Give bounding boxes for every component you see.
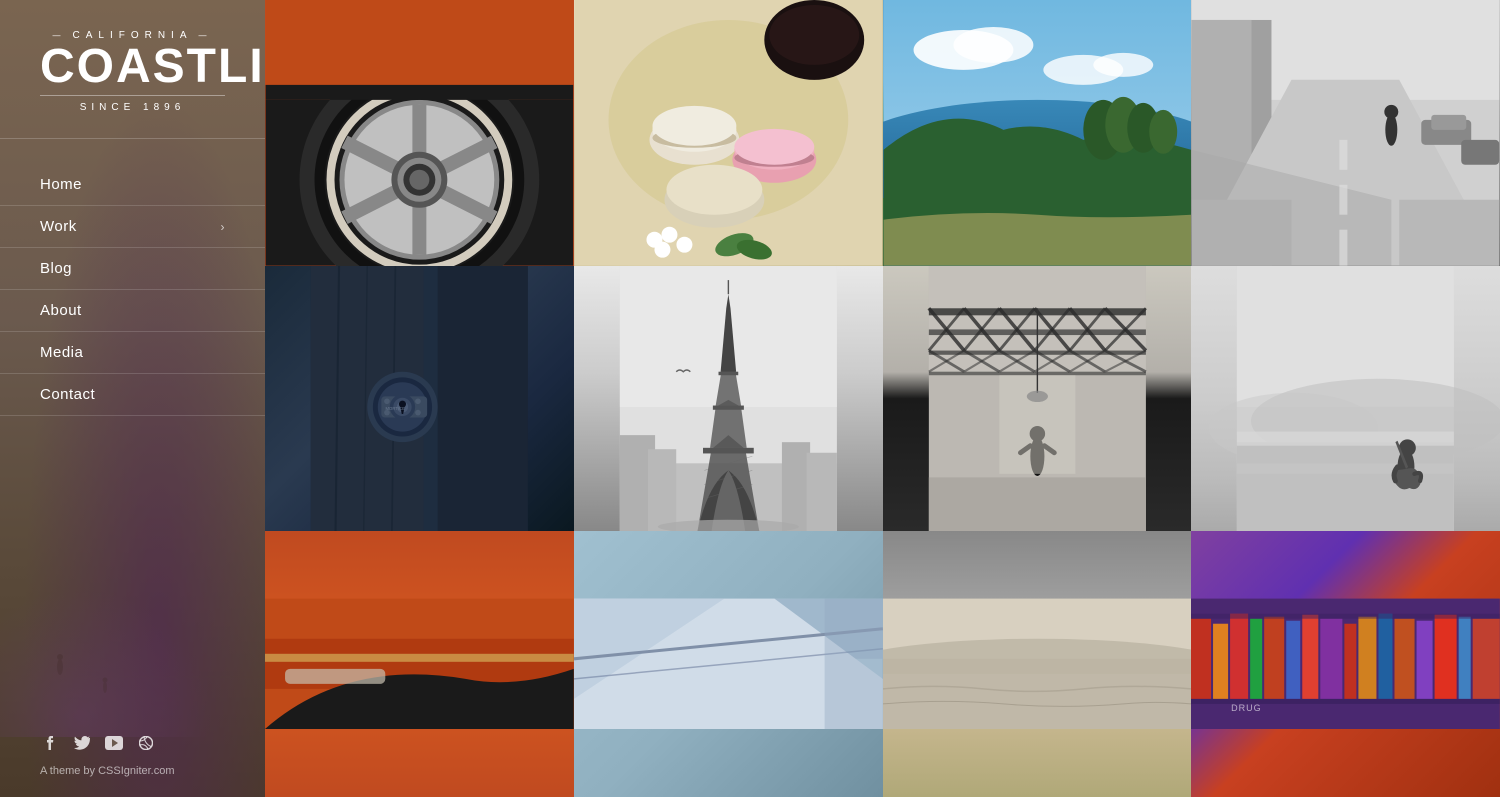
logo-area: CALIFORNIA COASTLINE SINCE 1896 xyxy=(0,0,265,139)
grid-item-orange-partial[interactable] xyxy=(265,531,574,797)
grid-item-industrial-silhouette[interactable] xyxy=(883,266,1192,532)
grid-item-misty-landscape[interactable] xyxy=(1191,266,1500,532)
logo-since: SINCE 1896 xyxy=(40,95,225,113)
sidebar: CALIFORNIA COASTLINE SINCE 1896 Home Wor… xyxy=(0,0,265,797)
nav-item-work[interactable]: Work › xyxy=(0,206,265,248)
youtube-icon[interactable] xyxy=(104,733,124,753)
nav-item-home[interactable]: Home xyxy=(0,164,265,206)
nav-item-contact[interactable]: Contact xyxy=(0,374,265,416)
svg-text:MORTICE: MORTICE xyxy=(386,405,406,410)
grid-item-beach-coastal[interactable] xyxy=(883,531,1192,797)
attribution-text: A theme by CSSIgniter.com xyxy=(40,765,225,777)
dribbble-icon[interactable] xyxy=(136,733,156,753)
nav-link-blog[interactable]: Blog xyxy=(0,248,265,289)
grid-item-abstract-lines[interactable] xyxy=(574,531,883,797)
nav-arrow-work: › xyxy=(221,220,226,234)
grid-item-door-bolt[interactable]: MORTICE xyxy=(265,266,574,532)
sidebar-content: CALIFORNIA COASTLINE SINCE 1896 Home Wor… xyxy=(0,0,265,797)
grid-item-city-street[interactable] xyxy=(1191,0,1500,266)
photo-grid: MORTICE xyxy=(265,0,1500,797)
grid-item-coastline[interactable] xyxy=(883,0,1192,266)
social-icons xyxy=(40,733,225,753)
main-nav: Home Work › Blog About xyxy=(0,144,265,416)
grid-item-car-wheel[interactable] xyxy=(265,0,574,266)
nav-link-about[interactable]: About xyxy=(0,290,265,331)
twitter-icon[interactable] xyxy=(72,733,92,753)
facebook-icon[interactable] xyxy=(40,733,60,753)
grid-item-eiffel-tower[interactable] xyxy=(574,266,883,532)
logo-coastline: COASTLINE xyxy=(40,43,225,91)
nav-item-about[interactable]: About xyxy=(0,290,265,332)
grid-item-macarons[interactable] xyxy=(574,0,883,266)
nav-link-contact[interactable]: Contact xyxy=(0,374,265,415)
nav-link-home[interactable]: Home xyxy=(0,164,265,205)
nav-link-work[interactable]: Work › xyxy=(0,206,265,247)
grid-item-bookshelf[interactable]: DRUG xyxy=(1191,531,1500,797)
nav-item-media[interactable]: Media xyxy=(0,332,265,374)
sidebar-footer: A theme by CSSIgniter.com xyxy=(0,713,265,797)
nav-link-media[interactable]: Media xyxy=(0,332,265,373)
nav-item-blog[interactable]: Blog xyxy=(0,248,265,290)
svg-text:DRUG: DRUG xyxy=(1231,703,1262,713)
